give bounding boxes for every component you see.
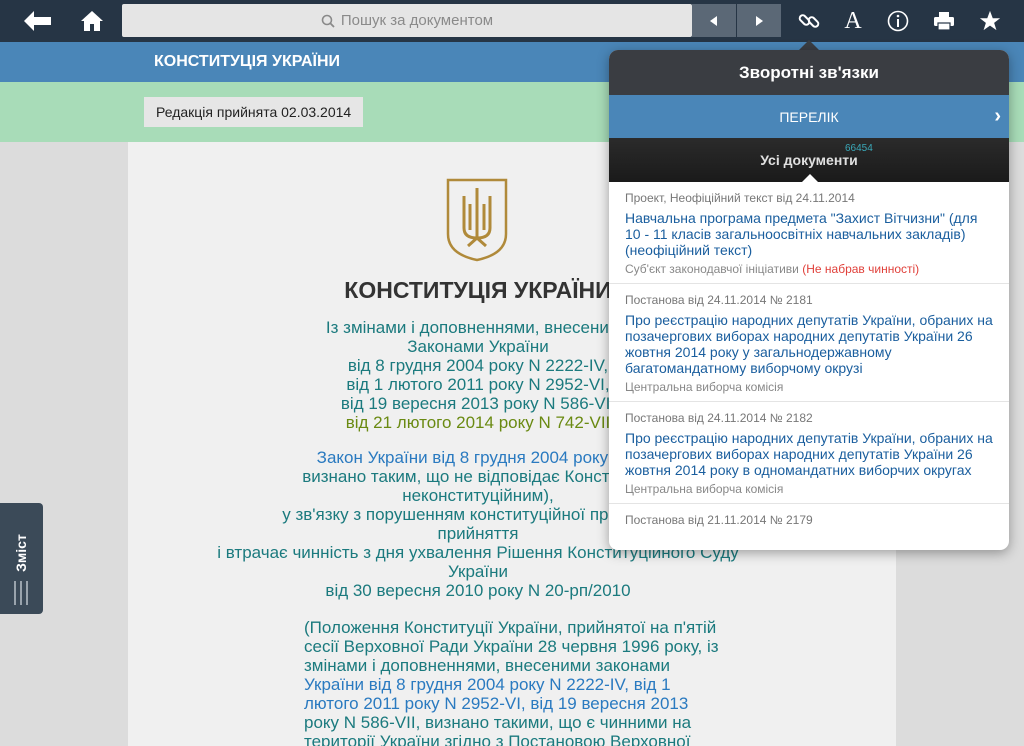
para-line: змінами і доповненнями, внесеними закона…: [304, 656, 671, 675]
para-line[interactable]: лютого 2011 року N 2952-VI, від 19 верес…: [304, 694, 719, 713]
chevron-right-icon: ›: [994, 105, 1001, 127]
info-icon[interactable]: [880, 0, 916, 42]
search-placeholder: Пошук за документом: [340, 12, 494, 29]
star-icon[interactable]: [972, 0, 1008, 42]
triangle-left-icon: [710, 15, 717, 26]
tab-notch: [802, 174, 818, 182]
document-count-badge: 66454: [845, 143, 873, 154]
backlinks-popover: Зворотні зв'язки ПЕРЕЛІК › Усі документи…: [609, 50, 1009, 550]
contents-tab[interactable]: Зміст: [0, 503, 43, 614]
item-meta: Постанова від 21.11.2014 № 2179: [625, 513, 813, 527]
back-arrow-icon[interactable]: [18, 0, 58, 42]
contents-tab-label: Зміст: [13, 534, 30, 572]
item-meta: Проект, Неофіційний текст від 24.11.2014: [625, 191, 855, 205]
list-item[interactable]: Постанова від 24.11.2014 № 2181 Про реєс…: [609, 284, 1009, 402]
law-line: від 30 вересня 2010 року N 20-рп/2010: [325, 581, 631, 600]
search-input[interactable]: Пошук за документом: [122, 4, 692, 37]
para-line: року N 586-VII, визнано такими, що є чин…: [304, 713, 692, 732]
list-button-label: ПЕРЕЛІК: [779, 108, 839, 125]
home-icon[interactable]: [72, 0, 112, 42]
filter-tabs: Усі документи 66454: [609, 138, 1009, 182]
preamble-paragraph: (Положення Конституції України, прийнято…: [304, 618, 719, 746]
para-line: сесії Верховної Ради України 28 червня 1…: [304, 637, 719, 656]
list-item[interactable]: Проект, Неофіційний текст від 24.11.2014…: [609, 182, 1009, 284]
item-issuer: Центральна виборча комісія: [625, 482, 784, 496]
item-meta: Постанова від 24.11.2014 № 2181: [625, 293, 813, 307]
coat-of-arms-icon: [446, 178, 508, 267]
edition-badge: Редакція прийнята 02.03.2014: [144, 97, 364, 127]
next-result-button[interactable]: [737, 4, 781, 37]
triangle-right-icon: [756, 15, 763, 26]
search-icon: [321, 14, 335, 28]
prev-result-button[interactable]: [692, 4, 736, 37]
item-title[interactable]: Про реєстрацію народних депутатів Україн…: [625, 430, 993, 478]
item-title[interactable]: Навчальна програма предмета "Захист Вітч…: [625, 210, 993, 258]
font-icon[interactable]: A: [836, 0, 870, 42]
para-line: (Положення Конституції України, прийнято…: [304, 618, 717, 637]
list-item[interactable]: Постанова від 24.11.2014 № 2182 Про реєс…: [609, 402, 1009, 504]
item-issuer: Центральна виборча комісія: [625, 380, 784, 394]
top-toolbar: Пошук за документом A: [0, 0, 1024, 42]
item-meta: Постанова від 24.11.2014 № 2182: [625, 411, 813, 425]
law-line: України: [448, 562, 508, 581]
tab-all-documents[interactable]: Усі документи: [609, 152, 1009, 168]
item-status: (Не набрав чинності): [802, 262, 920, 276]
para-line: території України згідно з Постановою Ве…: [304, 732, 691, 746]
list-item[interactable]: Постанова від 21.11.2014 № 2179: [609, 504, 1009, 534]
document-title-bar-label: КОНСТИТУЦІЯ УКРАЇНИ: [154, 53, 341, 70]
item-issuer-name: Суб'єкт законодавчої ініціативи: [625, 262, 799, 276]
popover-title: Зворотні зв'язки: [609, 50, 1009, 95]
backlinks-list: Проект, Неофіційний текст від 24.11.2014…: [609, 182, 1009, 534]
item-title[interactable]: Про реєстрацію народних депутатів Україн…: [625, 312, 993, 376]
para-line[interactable]: України від 8 грудня 2004 року N 2222-IV…: [304, 675, 719, 694]
item-issuer: Суб'єкт законодавчої ініціативи (Не набр…: [625, 262, 993, 276]
grip-icon: [14, 581, 28, 605]
links-icon[interactable]: [790, 0, 828, 42]
print-icon[interactable]: [926, 0, 962, 42]
list-button[interactable]: ПЕРЕЛІК ›: [609, 95, 1009, 138]
